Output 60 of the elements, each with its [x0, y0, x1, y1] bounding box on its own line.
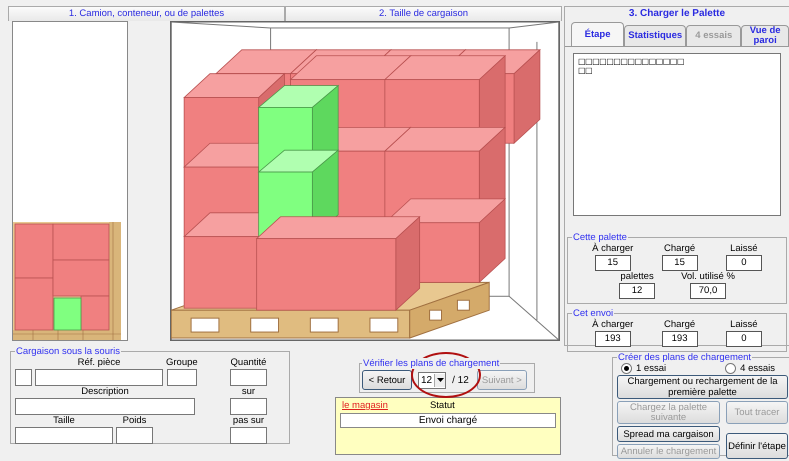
- group-title: Cargaison sous la souris: [15, 346, 122, 357]
- back-button[interactable]: < Retour: [362, 370, 412, 390]
- field-label: Laissé: [730, 243, 758, 255]
- field-label: palettes: [620, 271, 654, 283]
- tab[interactable]: Vue de paroi: [741, 25, 789, 46]
- input-field[interactable]: [230, 369, 267, 386]
- field-label: Chargé: [664, 243, 696, 255]
- radio-label[interactable]: 1 essai: [636, 363, 666, 374]
- value-field: 70,0: [690, 283, 726, 299]
- field-label: À charger: [592, 243, 634, 255]
- group-title: Créer des plans de chargement: [617, 352, 752, 363]
- value-field: 0: [726, 331, 762, 347]
- radio-button[interactable]: [621, 363, 632, 374]
- list-item[interactable]: □□: [578, 66, 776, 75]
- action-button[interactable]: Chargement ou rechargement de la première palette: [617, 375, 788, 399]
- value-field: 0: [726, 255, 762, 271]
- section-tab[interactable]: 2. Taille de cargaison: [285, 6, 562, 21]
- group-title: Cet envoi: [572, 308, 614, 319]
- field-label: À charger: [592, 319, 634, 331]
- status-label: Statut: [430, 400, 455, 412]
- input-field[interactable]: [15, 369, 32, 386]
- field-label: Quantité: [230, 357, 266, 369]
- value-field: 12: [619, 283, 656, 299]
- section-tab[interactable]: 1. Camion, conteneur, ou de palettes: [8, 6, 285, 21]
- input-field[interactable]: [166, 369, 197, 386]
- input-field[interactable]: [230, 398, 267, 415]
- radio-button[interactable]: [725, 363, 736, 374]
- field-label: Réf. pièce: [78, 357, 120, 369]
- store-link[interactable]: le magasin: [342, 400, 388, 412]
- group-title: Cette palette: [572, 232, 628, 243]
- field-label: Laissé: [730, 319, 758, 331]
- group-title: Vérifier les plans de chargement: [362, 358, 500, 369]
- field-label: pas sur: [232, 415, 264, 427]
- tab[interactable]: Étape: [571, 22, 624, 46]
- action-button[interactable]: Spread ma cargaison: [617, 426, 720, 442]
- page-dropdown[interactable]: 12: [418, 372, 446, 388]
- panel-title: 3. Charger le Palette: [628, 7, 726, 20]
- field-label: Poids: [122, 415, 146, 427]
- radio-label[interactable]: 4 essais: [740, 363, 775, 374]
- field-label: Vol. utilisé %: [681, 271, 735, 283]
- field-label: Taille: [53, 415, 75, 427]
- action-button[interactable]: Définir l'étape: [726, 433, 788, 459]
- value-field: 15: [662, 255, 698, 271]
- input-field[interactable]: [15, 427, 113, 444]
- input-field[interactable]: [116, 427, 153, 444]
- value-field: 15: [594, 255, 631, 271]
- input-field[interactable]: [35, 369, 163, 386]
- value-field: 193: [662, 331, 698, 347]
- input-field[interactable]: [15, 398, 195, 415]
- page-total: / 12: [452, 374, 469, 386]
- field-label: Groupe: [166, 357, 198, 369]
- list-item[interactable]: □□□□□□□□□□□□□□□: [578, 57, 776, 66]
- step-list[interactable]: □□□□□□□□□□□□□□□ □□: [573, 53, 781, 216]
- value-field: 193: [594, 331, 631, 347]
- field-label: Description: [81, 386, 129, 398]
- field-label: Chargé: [664, 319, 696, 331]
- tab[interactable]: Statistiques: [624, 25, 686, 46]
- input-field[interactable]: [230, 427, 267, 444]
- field-label: sur: [242, 386, 256, 398]
- status-field: Envoi chargé: [340, 413, 556, 428]
